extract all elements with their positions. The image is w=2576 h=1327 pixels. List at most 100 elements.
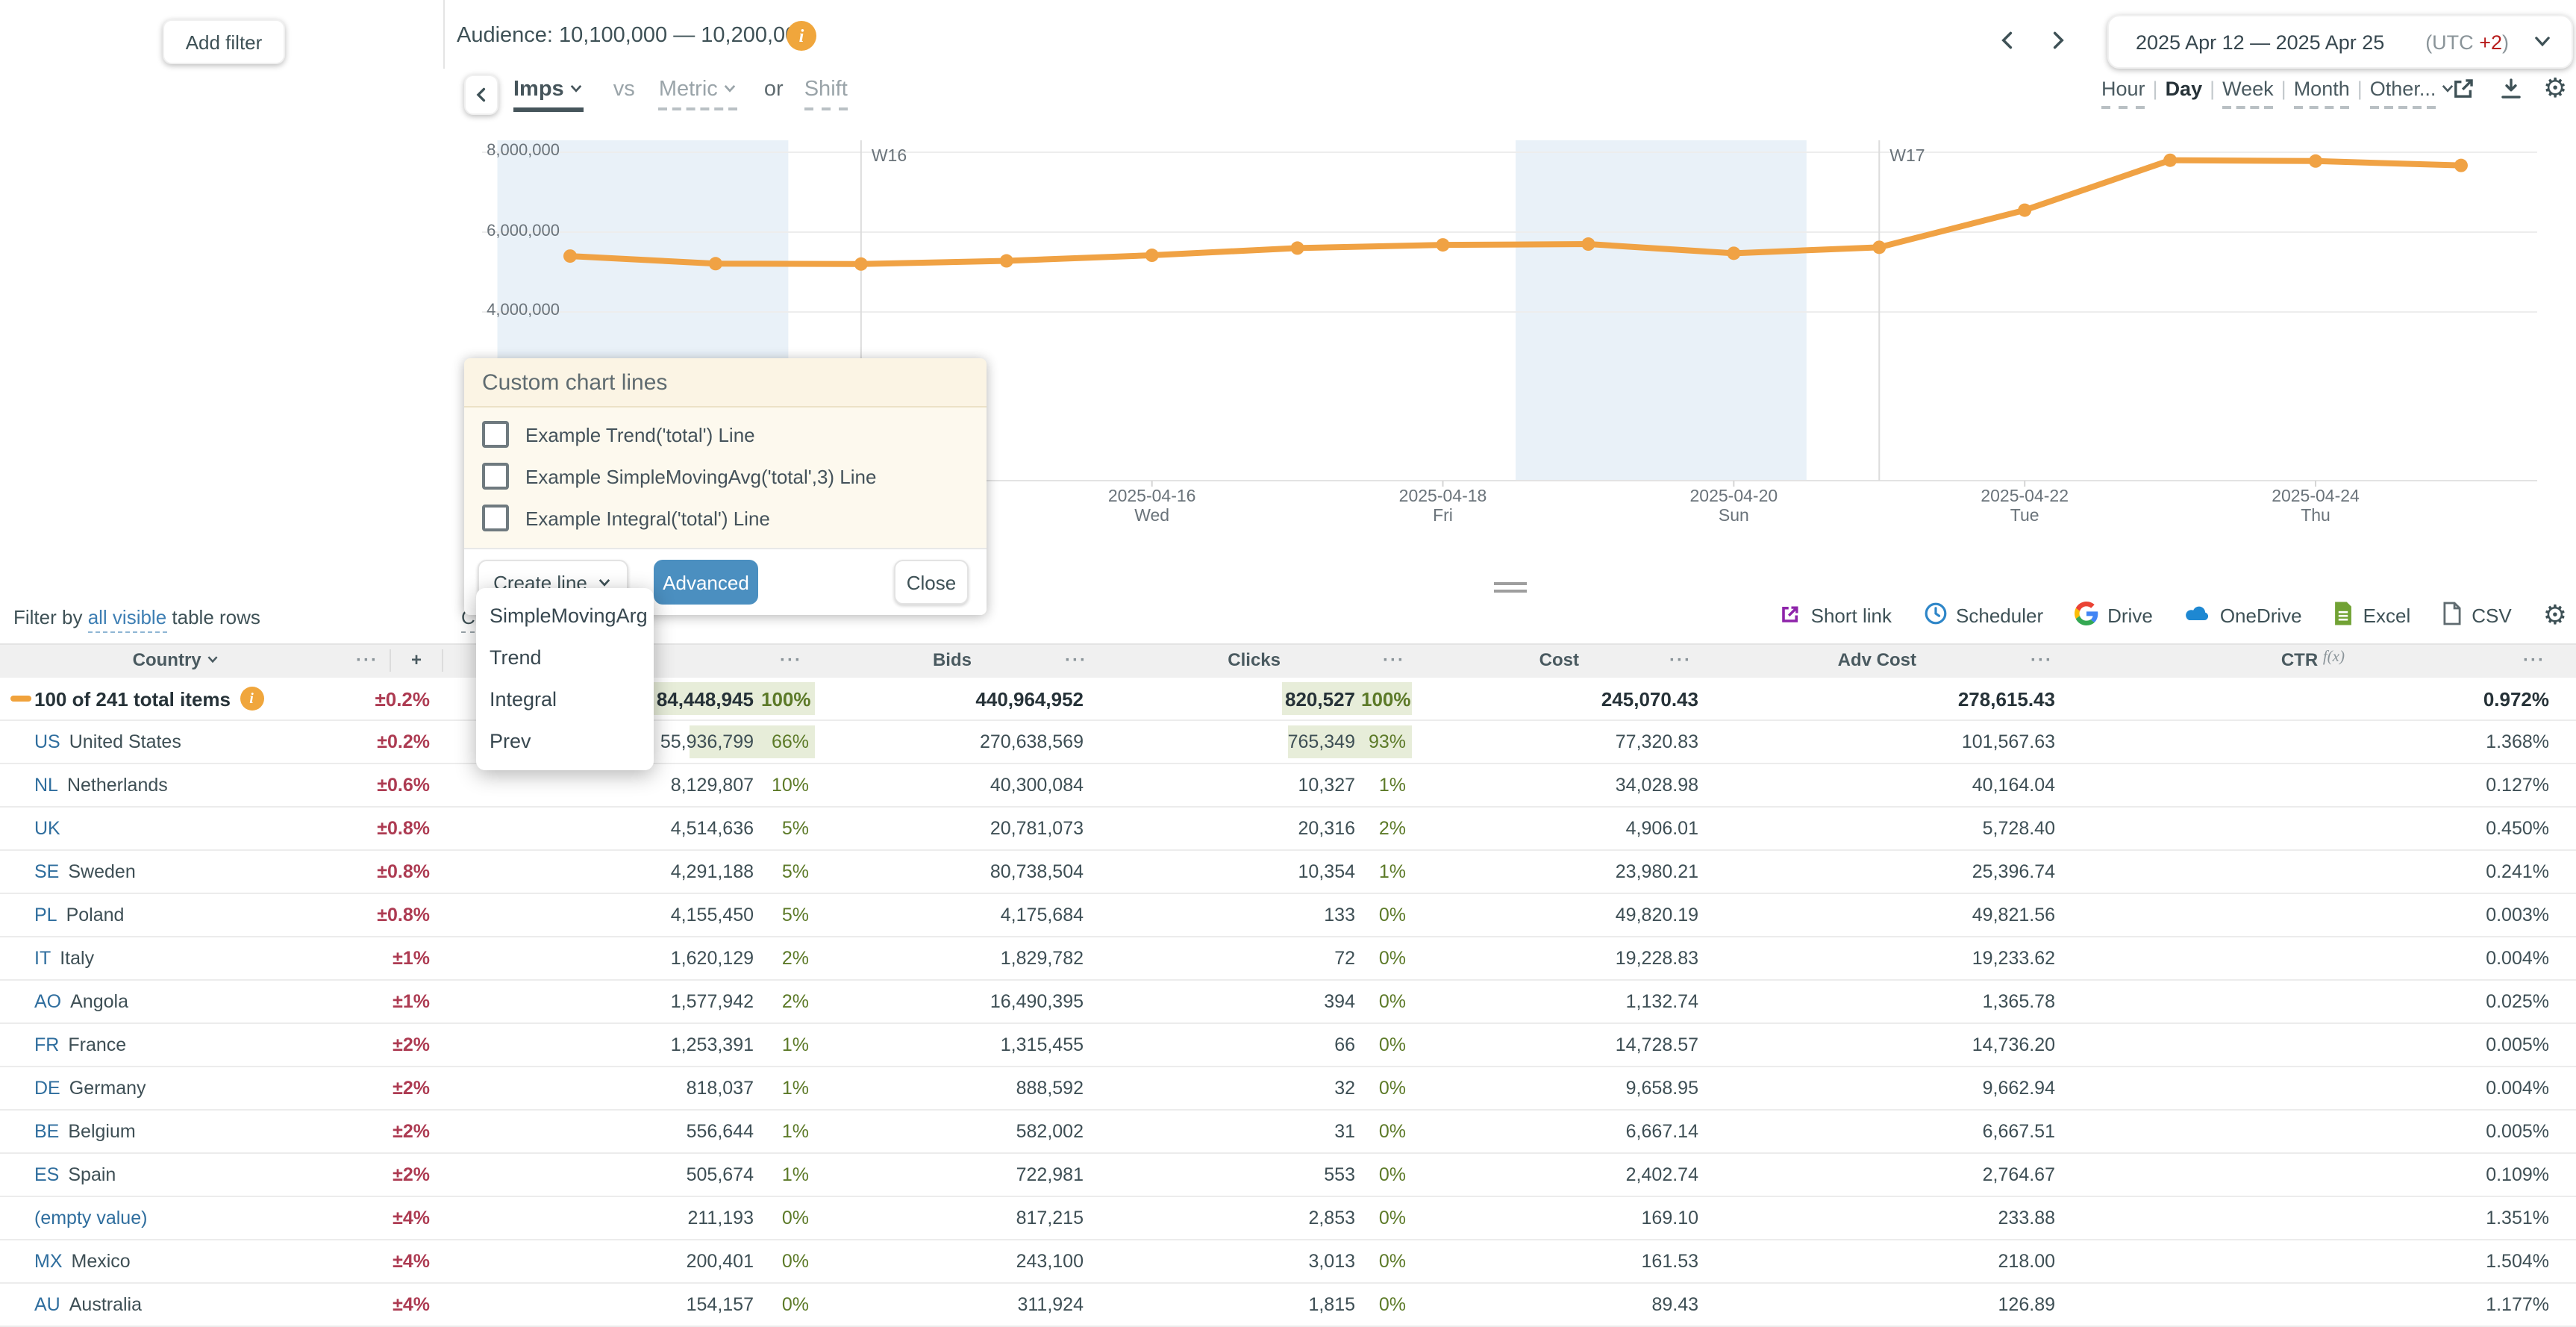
- data-point: [1872, 240, 1886, 254]
- cell-country[interactable]: ESSpain: [0, 1164, 343, 1185]
- imps-column-menu-dots[interactable]: ···: [776, 649, 806, 670]
- country-code-link[interactable]: PL: [34, 905, 57, 925]
- column-header-clicks[interactable]: Clicks: [1161, 649, 1281, 670]
- column-header-adv-cost[interactable]: Adv Cost: [1767, 649, 1916, 670]
- clicks-column-menu-dots[interactable]: ···: [1379, 649, 1409, 670]
- country-code-link[interactable]: MX: [34, 1251, 63, 1272]
- cell-plus-minus: ±1%: [343, 948, 436, 969]
- country-name: Mexico: [72, 1251, 131, 1272]
- chart-line-checkbox-row[interactable]: Example Integral('total') Line: [479, 497, 972, 539]
- toolbar-onedrive[interactable]: OneDrive: [2184, 603, 2302, 628]
- chart-settings-gear-icon[interactable]: ⚙: [2543, 76, 2567, 102]
- granularity-month[interactable]: Month: [2294, 78, 2350, 109]
- granularity-week[interactable]: Week: [2222, 78, 2274, 109]
- country-code-link[interactable]: BE: [34, 1121, 59, 1142]
- country-code-link[interactable]: FR: [34, 1034, 59, 1055]
- checkbox-icon[interactable]: [482, 505, 509, 531]
- country-code-link[interactable]: IT: [34, 948, 51, 969]
- country-code-link[interactable]: NL: [34, 775, 58, 796]
- date-next-button[interactable]: [2042, 24, 2075, 57]
- column-header-cost[interactable]: Cost: [1460, 649, 1579, 670]
- cell-ctr: 0.005%: [2061, 1121, 2555, 1142]
- menu-item-trend[interactable]: Trend: [476, 637, 654, 679]
- cell-country[interactable]: UK: [0, 818, 343, 839]
- close-button[interactable]: Close: [894, 560, 969, 605]
- menu-item-integral[interactable]: Integral: [476, 679, 654, 721]
- empty-value-label: (empty value): [34, 1208, 147, 1228]
- cell-country[interactable]: FRFrance: [0, 1034, 343, 1055]
- cell-country[interactable]: USUnited States: [0, 731, 343, 752]
- cell-country[interactable]: (empty value): [0, 1208, 343, 1228]
- toolbar-excel[interactable]: Excel: [2333, 602, 2411, 630]
- x-axis-tick-label: 2025-04-18Fri: [1376, 488, 1510, 527]
- chart-line-checkbox-row[interactable]: Example SimpleMovingAvg('total',3) Line: [479, 455, 972, 497]
- cell-country[interactable]: 100 of 241 total items i: [0, 687, 343, 711]
- cell-adv-cost: 101,567.63: [1704, 731, 2061, 752]
- y-axis-tick-label: 6,000,000: [470, 222, 560, 240]
- granularity-hour[interactable]: Hour: [2101, 78, 2145, 109]
- checkbox-icon[interactable]: [482, 421, 509, 448]
- total-info-icon[interactable]: i: [240, 687, 263, 711]
- chart-back-button[interactable]: [464, 75, 498, 115]
- column-header-ctr[interactable]: CTR f(x): [2195, 649, 2345, 670]
- toolbar-short-link[interactable]: Short link: [1780, 602, 1892, 629]
- ctr-column-menu-dots[interactable]: ···: [2519, 649, 2549, 670]
- cell-bids: 16,490,395: [815, 991, 1090, 1012]
- cell-adv-cost: 19,233.62: [1704, 948, 2061, 969]
- country-code-link[interactable]: US: [34, 731, 60, 752]
- chart-resize-handle[interactable]: [1494, 582, 1527, 596]
- table-settings-gear-icon[interactable]: ⚙: [2543, 600, 2567, 631]
- cost-column-menu-dots[interactable]: ···: [1666, 649, 1695, 670]
- column-header-country[interactable]: Country: [90, 649, 263, 670]
- date-prev-button[interactable]: [1991, 24, 2024, 57]
- cell-imps-pct: 2%: [761, 991, 815, 1012]
- add-column-button[interactable]: +: [403, 649, 430, 670]
- toolbar-scheduler[interactable]: Scheduler: [1923, 602, 2043, 630]
- toolbar-csv[interactable]: CSV: [2442, 602, 2511, 630]
- country-code-link[interactable]: SE: [34, 861, 59, 882]
- column-header-bids[interactable]: Bids: [852, 649, 972, 670]
- granularity-day[interactable]: Day: [2166, 78, 2203, 106]
- cell-country[interactable]: BEBelgium: [0, 1121, 343, 1142]
- add-filter-button[interactable]: Add filter: [163, 19, 285, 64]
- all-visible-link[interactable]: all visible: [88, 606, 167, 633]
- cell-imps: 1,577,942: [436, 991, 761, 1012]
- y-axis-tick-label: 8,000,000: [470, 142, 560, 160]
- cell-clicks-pct: 93%: [1361, 731, 1412, 752]
- data-point: [709, 257, 722, 270]
- advanced-button[interactable]: Advanced: [654, 560, 758, 605]
- bids-column-menu-dots[interactable]: ···: [1061, 649, 1091, 670]
- date-range-picker[interactable]: 2025 Apr 12 — 2025 Apr 25 (UTC +2): [2107, 15, 2573, 69]
- cell-country[interactable]: NLNetherlands: [0, 775, 343, 796]
- chevron-right-icon: [2048, 30, 2069, 51]
- cell-country[interactable]: DEGermany: [0, 1078, 343, 1099]
- granularity-other[interactable]: Other...: [2370, 78, 2436, 109]
- country-column-menu-dots[interactable]: ···: [352, 649, 382, 670]
- audience-info-icon[interactable]: i: [787, 21, 816, 51]
- cell-country[interactable]: AOAngola: [0, 991, 343, 1012]
- total-items-label: 100 of 241 total items: [34, 687, 231, 710]
- open-in-new-icon[interactable]: [2451, 76, 2476, 109]
- country-code-link[interactable]: DE: [34, 1078, 60, 1099]
- primary-metric-selector[interactable]: Imps: [513, 78, 584, 112]
- menu-item-prev[interactable]: Prev: [476, 721, 654, 763]
- chart-line-checkbox-row[interactable]: Example Trend('total') Line: [479, 413, 972, 455]
- toolbar-drive[interactable]: Drive: [2075, 602, 2153, 630]
- country-code-link[interactable]: ES: [34, 1164, 59, 1185]
- cell-imps: 4,514,636: [436, 818, 761, 839]
- adv-cost-column-menu-dots[interactable]: ···: [2027, 649, 2057, 670]
- cell-country[interactable]: PLPoland: [0, 905, 343, 925]
- download-icon[interactable]: [2498, 76, 2524, 109]
- menu-item-simplemovingarg[interactable]: SimpleMovingArg: [476, 596, 654, 637]
- column-separator: [442, 649, 443, 672]
- cell-country[interactable]: SESweden: [0, 861, 343, 882]
- cell-country[interactable]: MX Mexico: [0, 1251, 343, 1272]
- country-code-link[interactable]: AO: [34, 991, 61, 1012]
- compare-metric-selector[interactable]: Metric: [659, 78, 737, 110]
- cell-country[interactable]: ITItaly: [0, 948, 343, 969]
- country-code-link[interactable]: UK: [34, 818, 60, 839]
- cell-cost: 9,658.95: [1412, 1078, 1704, 1099]
- checkbox-icon[interactable]: [482, 463, 509, 490]
- cell-clicks-pct: 0%: [1361, 1078, 1412, 1099]
- shift-selector[interactable]: Shift: [804, 78, 848, 110]
